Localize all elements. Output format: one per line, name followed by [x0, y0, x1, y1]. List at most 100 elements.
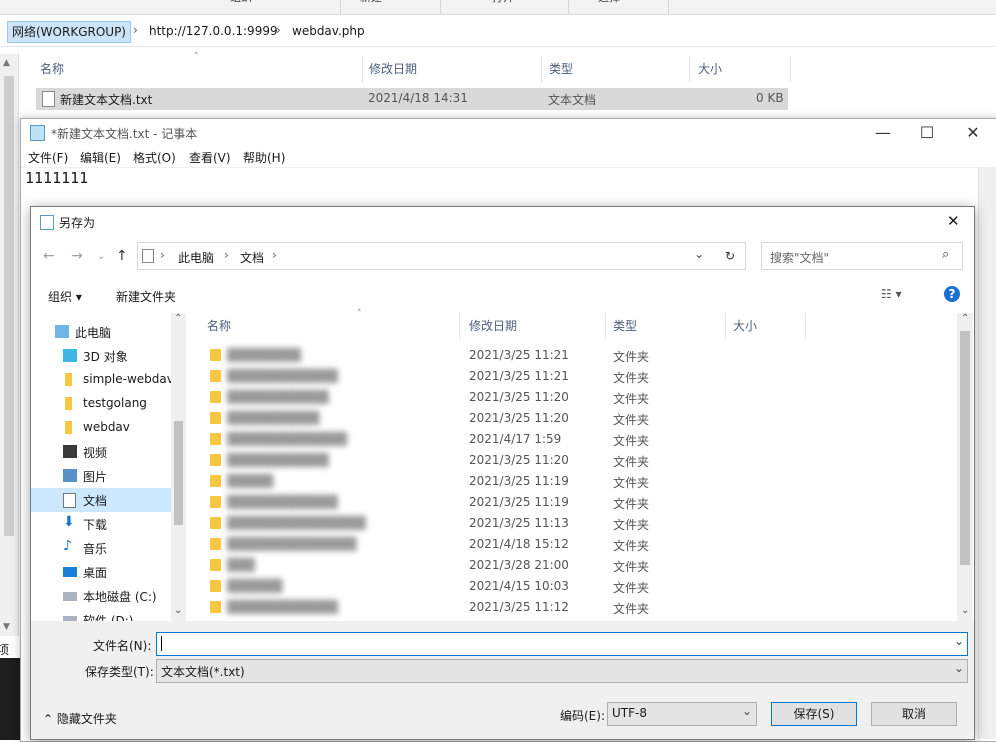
list-scrollbar[interactable]: ⌃ ⌄ — [957, 313, 973, 621]
tree-item-this-pc[interactable]: 此电脑 — [23, 320, 163, 344]
explorer-nav-scrollbar[interactable]: ▲ ▼ — [0, 54, 19, 636]
breadcrumb-documents[interactable]: 文档 — [240, 249, 264, 266]
tree-item-videos[interactable]: 视频 — [31, 440, 171, 464]
tree-item-testgolang[interactable]: testgolang — [31, 392, 171, 416]
scroll-down-icon[interactable]: ⌄ — [174, 605, 182, 616]
help-icon[interactable]: ? — [944, 286, 960, 302]
col-type[interactable]: 类型 — [613, 313, 726, 339]
minimize-icon[interactable]: — — [863, 121, 903, 145]
ribbon-group-organize[interactable]: 组织 — [140, 0, 341, 14]
col-name[interactable]: 名称 — [207, 313, 460, 339]
forward-arrow-icon[interactable]: → — [71, 248, 83, 264]
notepad-title: *新建文本文档.txt - 记事本 — [51, 127, 198, 141]
folder-icon — [210, 454, 221, 466]
list-item[interactable]: ███████████████ 2021/3/25 11:13 文件夹 — [187, 513, 957, 534]
up-arrow-icon[interactable]: ↑ — [116, 248, 128, 264]
cancel-button[interactable]: 取消 — [871, 702, 957, 726]
filetype-select[interactable]: 文本文档(*.txt) ⌄ — [156, 659, 968, 683]
tree-item-desktop[interactable]: 桌面 — [31, 560, 171, 584]
organize-button[interactable]: 组织 ▾ — [48, 288, 82, 305]
list-item[interactable]: ██████████████ 2021/4/18 15:12 文件夹 — [187, 534, 957, 555]
breadcrumb-webdav[interactable]: webdav.php — [292, 24, 365, 38]
tree-item-pictures[interactable]: 图片 — [31, 464, 171, 488]
encoding-select[interactable]: UTF-8 ⌄ — [607, 702, 757, 726]
explorer-address-bar[interactable]: 网络(WORKGROUP) › http://127.0.0.1:9999 › … — [0, 16, 996, 47]
explorer-col-name[interactable]: 名称 — [34, 56, 363, 82]
list-item[interactable]: ██████ 2021/4/15 10:03 文件夹 — [187, 576, 957, 597]
scroll-thumb[interactable] — [960, 331, 970, 565]
notepad-titlebar[interactable]: *新建文本文档.txt - 记事本 — ☐ ✕ — [21, 119, 996, 147]
tree-item-webdav[interactable]: webdav — [31, 416, 171, 440]
list-item[interactable]: ██████████ 2021/3/25 11:20 文件夹 — [187, 408, 957, 429]
list-item[interactable]: ████████████ 2021/3/25 11:19 文件夹 — [187, 492, 957, 513]
scroll-up-icon[interactable]: ▲ — [3, 58, 10, 68]
tree-scrollbar[interactable]: ⌃ ⌄ — [171, 313, 186, 621]
list-item[interactable]: █████ 2021/3/25 11:19 文件夹 — [187, 471, 957, 492]
notepad-text-content[interactable]: 1111111 — [25, 169, 88, 187]
menu-edit[interactable]: 编辑(E) — [80, 149, 121, 166]
scroll-down-icon[interactable]: ⌄ — [961, 605, 969, 616]
dialog-address-bar[interactable]: › 此电脑 › 文档 › ⌄ — [137, 242, 717, 270]
view-options-icon[interactable]: ☷ ▾ — [881, 287, 902, 301]
scroll-up-icon[interactable]: ⌃ — [174, 313, 182, 324]
chevron-down-icon[interactable]: ⌄ — [694, 247, 704, 261]
explorer-col-size[interactable]: 大小 — [692, 56, 791, 82]
close-icon[interactable]: ✕ — [947, 212, 960, 230]
col-date[interactable]: 修改日期 — [469, 313, 606, 339]
ribbon-group-new[interactable]: 新建 — [340, 0, 441, 14]
tree-item-drive-d[interactable]: 软件 (D:) — [31, 608, 171, 621]
dialog-body: 此电脑 3D 对象 simple-webdav testgolang webda… — [31, 309, 974, 621]
search-icon[interactable]: ⌕ — [942, 247, 949, 262]
scroll-thumb[interactable] — [4, 76, 14, 536]
scroll-up-icon[interactable]: ⌃ — [961, 313, 969, 324]
notepad-scrollbar[interactable] — [978, 167, 996, 739]
refresh-icon[interactable]: ↻ — [715, 242, 746, 270]
tree-item-3d-objects[interactable]: 3D 对象 — [31, 344, 171, 368]
list-item[interactable]: █████████████ 2021/4/17 1:59 文件夹 — [187, 429, 957, 450]
menu-format[interactable]: 格式(O) — [133, 149, 176, 166]
chevron-down-icon[interactable]: ⌄ — [742, 704, 752, 718]
tree-item-documents[interactable]: 文档 — [31, 488, 171, 512]
close-icon[interactable]: ✕ — [953, 121, 993, 145]
filetype-label: 保存类型(T): — [85, 665, 154, 679]
tree-item-downloads[interactable]: ⬇ 下载 — [31, 512, 171, 536]
search-input[interactable]: 搜索"文档" ⌕ — [761, 242, 963, 270]
documents-location-icon — [142, 249, 154, 263]
chevron-down-icon[interactable]: ⌄ — [954, 634, 964, 648]
col-size[interactable]: 大小 — [733, 313, 806, 339]
menu-view[interactable]: 查看(V) — [189, 149, 231, 166]
ribbon-group-open[interactable]: 打开 — [440, 0, 569, 14]
scroll-thumb[interactable] — [174, 421, 183, 525]
hide-folders-toggle[interactable]: ⌃ 隐藏文件夹 — [43, 710, 117, 727]
back-arrow-icon[interactable]: ← — [43, 248, 55, 264]
menu-file[interactable]: 文件(F) — [28, 149, 68, 166]
explorer-file-row[interactable]: 新建文本文档.txt 2021/4/18 14:31 文本文档 0 KB — [36, 88, 788, 110]
list-item[interactable]: ███ 2021/3/28 21:00 文件夹 — [187, 555, 957, 576]
list-item[interactable]: ████████████ 2021/3/25 11:21 文件夹 — [187, 366, 957, 387]
tree-item-music[interactable]: ♪ 音乐 — [31, 536, 171, 560]
explorer-col-type[interactable]: 类型 — [543, 56, 690, 82]
list-item[interactable]: ████████████ 2021/3/25 11:12 文件夹 — [187, 597, 957, 618]
menu-help[interactable]: 帮助(H) — [243, 149, 285, 166]
tree-item-drive-c[interactable]: 本地磁盘 (C:) — [31, 584, 171, 608]
dialog-titlebar[interactable]: 另存为 ✕ — [31, 207, 974, 237]
explorer-col-date[interactable]: 修改日期 — [363, 56, 542, 82]
chevron-down-icon[interactable]: ⌄ — [954, 661, 964, 675]
maximize-icon[interactable]: ☐ — [907, 121, 947, 145]
list-item[interactable]: ███████████ 2021/3/25 11:20 文件夹 — [187, 450, 957, 471]
breadcrumb-this-pc[interactable]: 此电脑 — [178, 249, 214, 266]
scroll-down-icon[interactable]: ▼ — [3, 622, 10, 632]
chevron-right-icon: › — [160, 248, 165, 262]
chevron-down-icon[interactable]: ⌄ — [97, 251, 105, 262]
list-item[interactable]: ███████████ 2021/3/25 11:20 文件夹 — [187, 387, 957, 408]
ribbon-group-select[interactable]: 选择 — [568, 0, 669, 14]
notepad-icon — [30, 125, 45, 141]
list-item[interactable]: ████████ 2021/3/25 11:21 文件夹 — [187, 345, 957, 366]
save-button[interactable]: 保存(S) — [771, 702, 857, 726]
tree-item-simple-webdav[interactable]: simple-webdav — [31, 368, 171, 392]
new-folder-button[interactable]: 新建文件夹 — [116, 288, 176, 305]
folder-icon — [65, 421, 72, 434]
breadcrumb-network[interactable]: 网络(WORKGROUP) — [7, 21, 131, 43]
breadcrumb-host[interactable]: http://127.0.0.1:9999 — [149, 24, 278, 38]
filename-field[interactable]: ⌄ — [156, 632, 968, 656]
